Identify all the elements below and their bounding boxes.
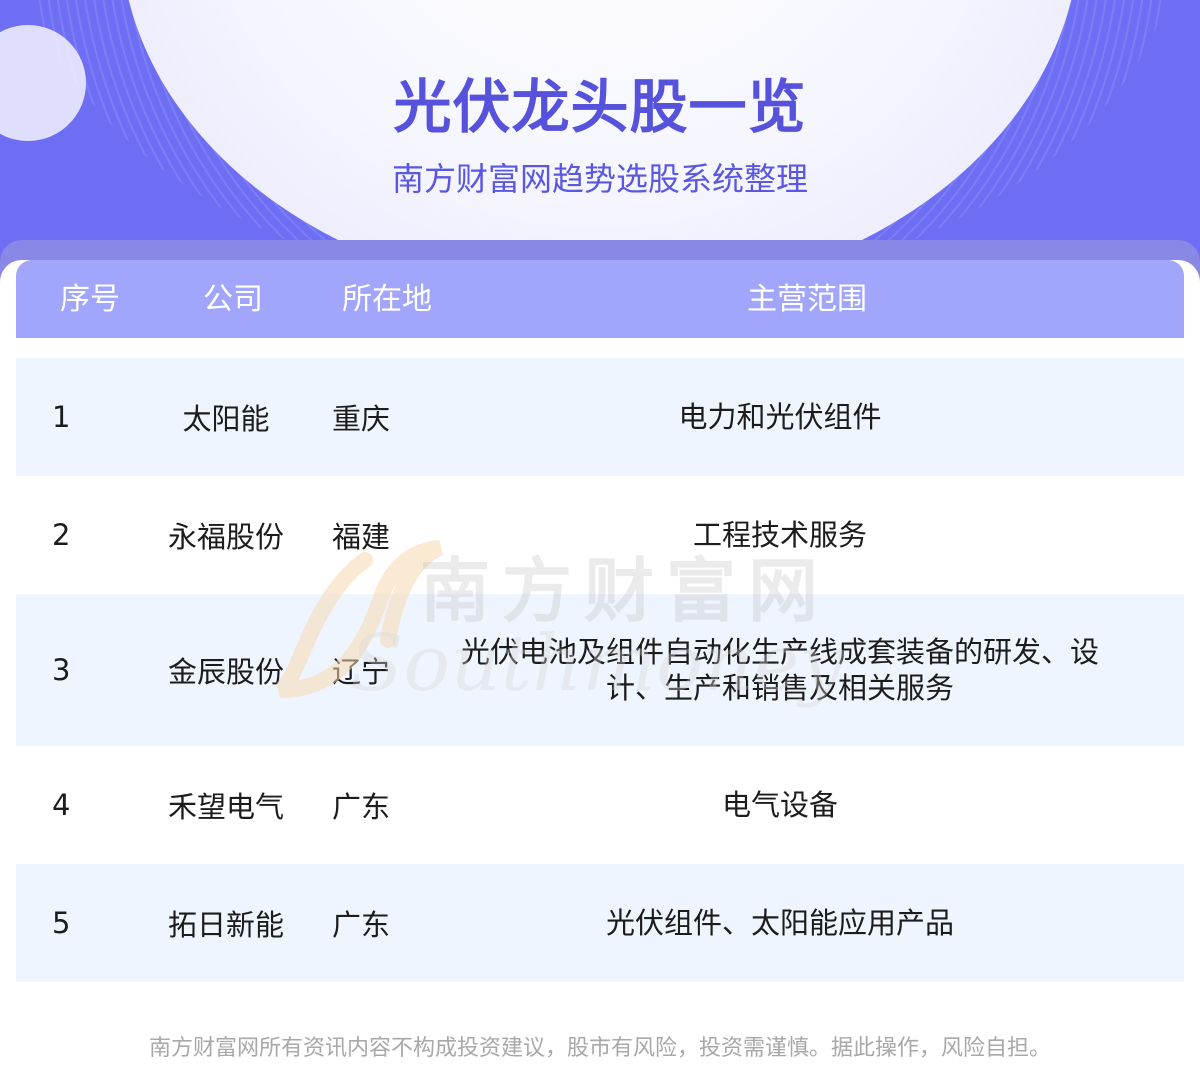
table-row: 4 禾望电气 广东 电气设备 bbox=[16, 746, 1184, 864]
row-business: 电力和光伏组件 bbox=[678, 400, 882, 434]
row-location: 广东 bbox=[332, 908, 391, 942]
table-row: 5 拓日新能 广东 光伏组件、太阳能应用产品 bbox=[16, 864, 1184, 982]
row-business: 电气设备 bbox=[721, 788, 838, 822]
column-header-company: 公司 bbox=[203, 282, 263, 317]
page-subtitle: 南方财富网趋势选股系统整理 bbox=[391, 160, 808, 198]
row-location: 福建 bbox=[332, 520, 391, 554]
stock-table-card: 序号 公司 所在地 主营范围 1 太阳能 重庆 电力和光伏组件 2 永福股份 福… bbox=[0, 260, 1200, 1089]
column-header-index: 序号 bbox=[60, 282, 120, 317]
table-row: 2 永福股份 福建 工程技术服务 bbox=[16, 476, 1184, 594]
row-index: 4 bbox=[52, 788, 71, 822]
row-index: 1 bbox=[52, 400, 71, 434]
row-business: 光伏电池及组件自动化生产线成套装备的研发、设计、生产和销售及相关服务 bbox=[460, 635, 1099, 705]
row-index: 2 bbox=[52, 518, 71, 552]
row-company: 太阳能 bbox=[182, 402, 270, 436]
row-index: 5 bbox=[52, 906, 71, 940]
row-location: 广东 bbox=[332, 790, 391, 824]
table-row: 1 太阳能 重庆 电力和光伏组件 bbox=[16, 358, 1184, 476]
row-company: 禾望电气 bbox=[167, 790, 284, 824]
row-company: 永福股份 bbox=[167, 520, 284, 554]
table-row: 3 金辰股份 辽宁 光伏电池及组件自动化生产线成套装备的研发、设计、生产和销售及… bbox=[16, 594, 1184, 746]
row-index: 3 bbox=[52, 653, 71, 687]
column-header-location: 所在地 bbox=[342, 282, 432, 317]
row-location: 辽宁 bbox=[332, 655, 391, 689]
table-header: 序号 公司 所在地 主营范围 bbox=[16, 260, 1184, 338]
row-location: 重庆 bbox=[332, 402, 391, 436]
row-business: 光伏组件、太阳能应用产品 bbox=[605, 906, 954, 940]
row-company: 拓日新能 bbox=[167, 908, 284, 942]
column-header-business: 主营范围 bbox=[747, 282, 867, 317]
row-company: 金辰股份 bbox=[167, 655, 284, 689]
row-business: 工程技术服务 bbox=[692, 518, 867, 552]
disclaimer-footer: 南方财富网所有资讯内容不构成投资建议，股市有风险，投资需谨慎。据此操作，风险自担… bbox=[148, 1036, 1051, 1061]
page-title: 光伏龙头股一览 bbox=[393, 73, 807, 141]
